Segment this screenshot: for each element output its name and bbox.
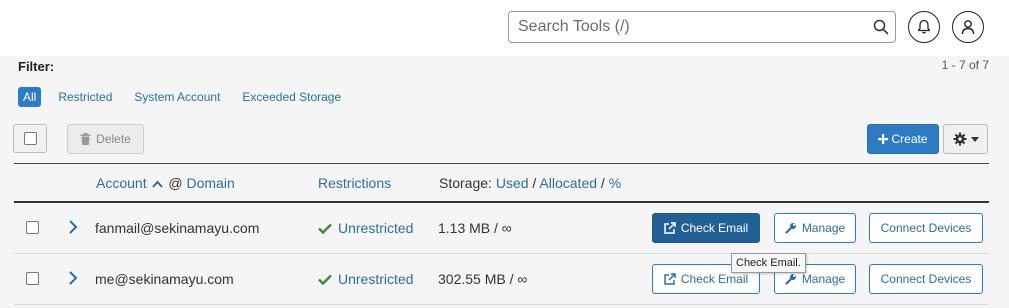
- percent-sort-link[interactable]: %: [609, 175, 621, 191]
- table-top-border: [14, 163, 989, 164]
- check-email-button[interactable]: Check Email: [652, 213, 760, 243]
- manage-label: Manage: [801, 272, 846, 286]
- chevron-right-icon[interactable]: [66, 219, 80, 235]
- at-symbol: @: [168, 175, 183, 191]
- pagination-summary: 1 - 7 of 7: [941, 58, 989, 72]
- filter-tab-all[interactable]: All: [18, 87, 42, 107]
- storage-column-header: Storage: Used / Allocated / %: [439, 175, 621, 191]
- wrench-icon: [785, 274, 796, 285]
- restriction-status[interactable]: Unrestricted: [318, 220, 413, 236]
- settings-dropdown-button[interactable]: [943, 124, 988, 154]
- notifications-button[interactable]: [908, 11, 940, 43]
- bell-icon: [917, 19, 931, 34]
- used-sort-link[interactable]: Used: [496, 175, 529, 191]
- check-email-label: Check Email: [680, 272, 749, 286]
- trash-icon: [80, 133, 91, 145]
- separator: /: [532, 175, 537, 191]
- storage-usage: 1.13 MB / ∞: [438, 220, 512, 236]
- row-checkbox[interactable]: [26, 272, 39, 285]
- external-link-icon: [664, 222, 676, 234]
- user-menu-button[interactable]: [952, 11, 984, 43]
- restrictions-column-header[interactable]: Restrictions: [318, 175, 391, 191]
- delete-button[interactable]: Delete: [67, 124, 144, 154]
- gear-icon: [953, 132, 966, 146]
- search-box[interactable]: [508, 11, 896, 43]
- search-icon[interactable]: [873, 19, 889, 35]
- manage-label: Manage: [801, 221, 846, 235]
- create-button[interactable]: Create: [867, 124, 939, 154]
- check-email-label: Check Email: [680, 221, 749, 235]
- row-checkbox[interactable]: [26, 221, 39, 234]
- top-bar: [0, 0, 1009, 56]
- select-all-checkbox[interactable]: [13, 124, 47, 153]
- restriction-label[interactable]: Unrestricted: [338, 220, 413, 236]
- filter-tab-system-account[interactable]: System Account: [129, 87, 225, 107]
- check-icon: [318, 274, 332, 285]
- check-icon: [318, 223, 332, 234]
- caret-down-icon: [970, 136, 979, 142]
- allocated-sort-link[interactable]: Allocated: [539, 175, 597, 191]
- row-divider: [14, 304, 989, 305]
- filter-tab-exceeded-storage[interactable]: Exceeded Storage: [237, 87, 346, 107]
- account-email: fanmail@sekinamayu.com: [95, 220, 260, 236]
- table-row: me@sekinamayu.com Unrestricted 302.55 MB…: [14, 254, 989, 304]
- storage-label: Storage:: [439, 175, 492, 191]
- external-link-icon: [664, 273, 676, 285]
- filter-tabs: All Restricted System Account Exceeded S…: [18, 87, 358, 107]
- account-sort-link[interactable]: Account: [96, 175, 147, 191]
- create-label: Create: [891, 132, 928, 146]
- chevron-right-icon[interactable]: [66, 270, 80, 286]
- manage-button[interactable]: Manage: [774, 213, 856, 243]
- filter-tab-restricted[interactable]: Restricted: [53, 87, 117, 107]
- separator: /: [600, 175, 605, 191]
- connect-devices-button[interactable]: Connect Devices: [869, 213, 983, 243]
- checkbox[interactable]: [23, 132, 37, 145]
- restriction-label[interactable]: Unrestricted: [338, 271, 413, 287]
- filter-label: Filter:: [18, 59, 55, 74]
- delete-label: Delete: [96, 132, 131, 146]
- table-row: fanmail@sekinamayu.com Unrestricted 1.13…: [14, 203, 989, 253]
- plus-icon: [878, 134, 889, 144]
- check-email-tooltip: Check Email.: [731, 253, 806, 273]
- domain-sort-link[interactable]: Domain: [186, 175, 234, 191]
- storage-usage: 302.55 MB / ∞: [438, 271, 528, 287]
- user-icon: [961, 20, 975, 35]
- account-email: me@sekinamayu.com: [95, 271, 234, 287]
- account-column-header[interactable]: Account @ Domain: [96, 175, 235, 191]
- connect-devices-button[interactable]: Connect Devices: [869, 264, 983, 294]
- search-input[interactable]: [509, 12, 859, 42]
- restriction-status[interactable]: Unrestricted: [318, 271, 413, 287]
- sort-ascending-icon: [152, 180, 164, 188]
- wrench-icon: [785, 223, 796, 234]
